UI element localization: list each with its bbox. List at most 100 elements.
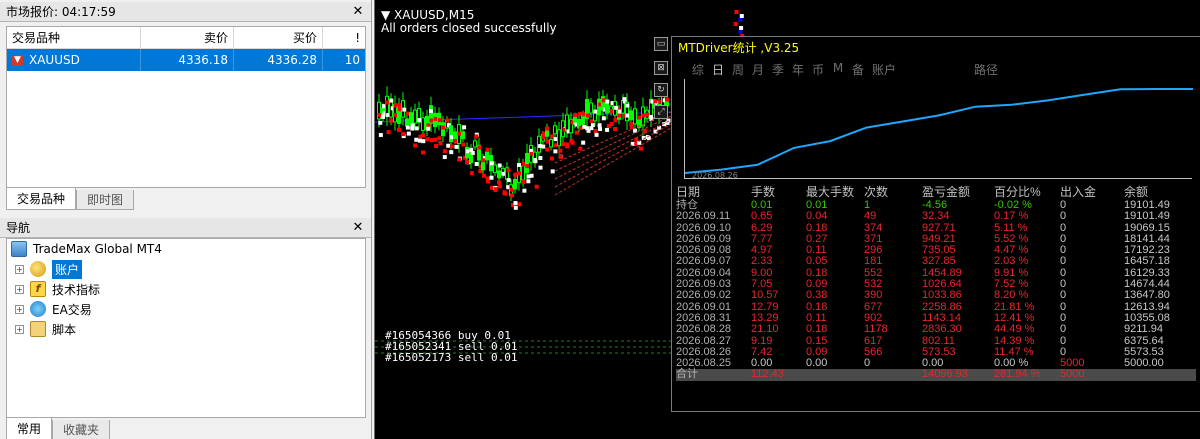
tab-tick-chart[interactable]: 即时图 [76,190,135,210]
expand-icon[interactable]: + [15,284,24,294]
trade-marker [489,175,494,180]
cell-pct: 0.17 % [994,210,1029,223]
tab-symbols[interactable]: 交易品种 [6,188,77,210]
navigator-tabs: 常用 收藏夹 [6,418,111,439]
trade-marker [613,118,618,123]
graph-start-date: 2026.08.26 [692,171,738,180]
trade-marker [538,156,543,161]
column-header-spread[interactable]: ! [323,27,365,48]
trade-marker [513,205,518,210]
tree-item-expert-advisors[interactable]: + EA交易 [15,299,92,319]
chart-window[interactable]: ▼ XAUUSD,M15 All orders closed successfu… [374,0,1200,439]
candle-body [557,129,561,147]
expand-icon[interactable]: + [15,264,24,274]
tree-item-label: 技术指标 [52,282,101,297]
trade-marker [550,134,555,139]
tab-quarterly[interactable]: 季 [768,61,788,78]
tab-currency[interactable]: 币 [808,61,828,78]
panel-minimize-icon[interactable]: ▭ [654,37,668,51]
candle-body [553,125,557,135]
candle-body [497,170,501,179]
panel-resize-icon[interactable]: ⤢ [654,105,668,119]
order-label: #165052173 sell 0.01 [385,351,518,364]
trade-marker [629,122,634,127]
panel-refresh-icon[interactable]: ↻ [654,83,668,97]
trade-marker [578,146,583,151]
price-down-icon: ▼ [12,54,23,66]
tree-item-accounts[interactable]: + 账户 [15,259,83,279]
equity-graph [684,79,1193,179]
close-icon[interactable]: ✕ [351,220,365,235]
symbol-cell: ▼ XAUUSD [7,49,141,71]
tree-item-indicators[interactable]: + f 技术指标 [15,279,100,299]
cell-max: 0.18 [806,323,828,336]
tab-account[interactable]: 账户 [868,61,900,78]
cell-pct: 44.49 % [994,323,1035,336]
tab-monthly[interactable]: 月 [748,61,768,78]
trade-marker [598,127,603,132]
expand-icon[interactable]: + [15,324,24,334]
trade-marker [622,97,627,102]
trade-marker [545,126,550,131]
tree-root[interactable]: TradeMax Global MT4 [11,239,162,259]
candle-body [461,131,465,140]
cell-flow: 0 [1060,323,1067,336]
column-header-symbol[interactable]: 交易品种 [7,27,141,48]
candle-body [525,152,529,174]
trade-marker [665,97,670,102]
candle-body [413,109,417,124]
trade-marker [414,126,419,131]
trade-marker [553,143,558,148]
trade-marker [438,141,443,146]
trade-marker [442,155,447,160]
stats-rows: 2026.09.11 0.65 0.04 49 32.34 0.17 % 0 19101.49… [676,210,1196,370]
header-flow: 出入金 [1060,185,1097,199]
trade-marker [517,202,522,207]
trade-marker [401,132,406,137]
tab-m[interactable]: M [828,61,848,78]
column-header-ask[interactable]: 买价 [234,27,323,48]
trade-marker [545,139,550,144]
tab-notes[interactable]: 备 [848,61,868,78]
trade-marker [378,133,383,138]
tab-summary[interactable]: 综 [688,61,708,78]
trade-marker [453,138,458,143]
close-icon[interactable]: ✕ [351,4,365,19]
left-panel: 市场报价: 04:17:59 ✕ 交易品种 卖价 买价 ! ▼ XAUUSD 4… [0,0,372,439]
tab-favorites[interactable]: 收藏夹 [52,420,111,439]
tree-item-label: 脚本 [52,322,77,337]
column-header-bid[interactable]: 卖价 [141,27,234,48]
order-labels: #165054366 buy 0.01 #165052341 sell 0.01… [385,330,517,363]
trade-marker [573,113,578,118]
cell-flow: 0 [1060,289,1067,302]
trade-marker [574,130,579,135]
cell-count: 390 [864,289,883,302]
tab-common[interactable]: 常用 [6,418,53,439]
navigator-title: 导航 [6,221,31,235]
trade-marker [739,26,744,30]
tab-path[interactable]: 路径 [970,61,1002,78]
trade-marker [457,157,462,162]
cell-max: 0.00 [806,357,828,370]
panel-pin-icon[interactable]: ⊠ [654,61,668,75]
trade-marker [586,113,591,118]
trade-marker [561,142,566,147]
tab-daily[interactable]: 日 [708,61,728,78]
cell-pct: 8.20 % [994,289,1029,302]
trade-marker [625,103,630,108]
expand-icon[interactable]: + [15,304,24,314]
cell-balance: 9211.94 [1124,323,1163,336]
trade-marker [417,118,422,123]
tree-item-scripts[interactable]: + 脚本 [15,319,76,339]
trade-marker [414,137,419,142]
table-row: 2026.09.02 10.57 0.38 390 1033.86 8.20 % 0 1364… [676,289,1196,302]
tab-weekly[interactable]: 周 [728,61,748,78]
tab-yearly[interactable]: 年 [788,61,808,78]
table-row[interactable]: ▼ XAUUSD 4336.18 4336.28 10 [7,49,365,71]
trade-marker [497,180,502,185]
trade-marker [734,10,739,14]
trade-marker [481,158,486,163]
trade-marker [442,149,447,154]
trade-marker [517,171,522,176]
market-watch-panel: 市场报价: 04:17:59 ✕ 交易品种 卖价 买价 ! ▼ XAUUSD 4… [0,2,371,210]
